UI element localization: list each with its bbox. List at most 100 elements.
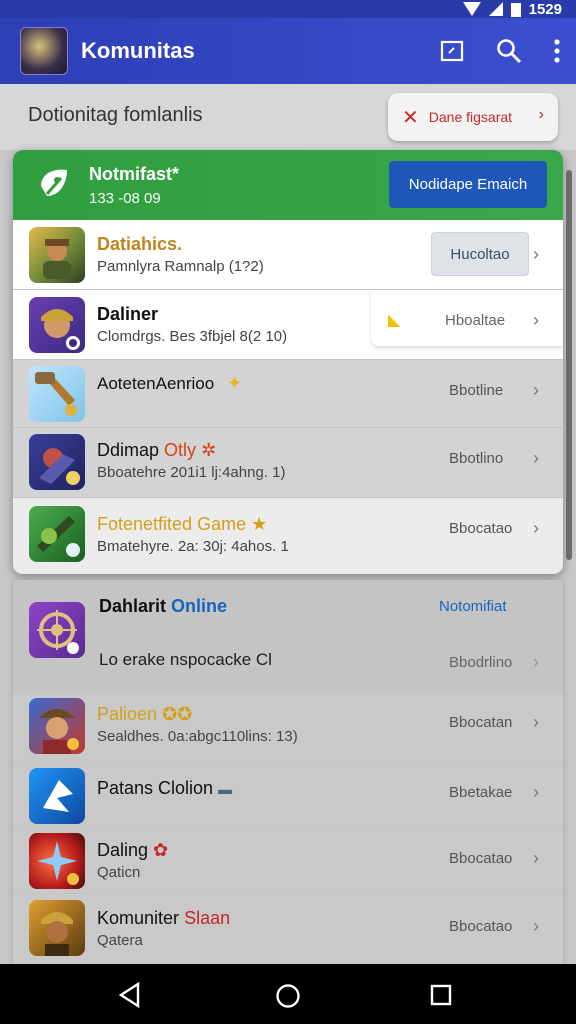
list-item[interactable]: Komuniter Slaan Qatera Bbocatao › — [13, 894, 563, 964]
chevron-right-icon: › — [533, 244, 539, 264]
more-vert-icon[interactable] — [554, 39, 560, 63]
chevron-right-icon: › — [533, 448, 539, 468]
game-icon — [29, 434, 85, 490]
chevron-right-icon: › — [533, 518, 539, 538]
game-icon — [29, 698, 85, 754]
chevron-right-icon: › — [533, 848, 539, 868]
recents-icon[interactable] — [430, 984, 452, 1006]
lower-list: Dahlarit Online Notomifiat Lo erake nspo… — [13, 580, 563, 964]
battery-icon — [510, 2, 521, 17]
cast-icon[interactable] — [440, 40, 464, 62]
signal-icon — [488, 2, 503, 16]
notification-button[interactable]: Nodidape Emaich — [389, 161, 547, 208]
search-icon[interactable] — [496, 38, 522, 64]
game-title: Ddimap Otly ✲ — [97, 440, 216, 461]
game-icon — [29, 833, 85, 889]
game-icon — [29, 602, 85, 658]
featured-title-accent: Online — [171, 596, 228, 616]
status-time: 1529 — [528, 0, 562, 18]
featured-action[interactable]: Notomifiat — [439, 598, 507, 615]
game-title: Komuniter Slaan — [97, 908, 230, 929]
back-icon[interactable] — [118, 982, 142, 1008]
list-item[interactable]: AotetenAenrioo ✦ Bbotline › — [13, 360, 563, 428]
game-icon — [29, 366, 85, 422]
game-title: Datiahics. — [97, 234, 183, 254]
game-subtitle: Sealdhes. 0a:abgc110lins: 13) — [97, 728, 298, 745]
game-subtitle: Bmatehyre. 2a: 30j: 4ahos. 1 — [97, 538, 289, 555]
notification-title: Notmifast* — [89, 164, 180, 184]
featured-secondary-action[interactable]: Bbodrlino — [449, 654, 512, 671]
game-action-button[interactable]: Bbocatao — [449, 918, 512, 935]
game-title-text: Patans Clolion — [97, 778, 214, 798]
game-action-button[interactable]: Bbocatan — [449, 714, 512, 731]
scrollbar[interactable] — [566, 170, 572, 560]
featured-subtitle: Lo erake nspocacke Cl — [99, 650, 272, 669]
game-title-text: Komuniter — [97, 908, 180, 928]
badge-icon: ✦ — [227, 373, 243, 393]
leaf-icon — [41, 169, 67, 196]
list-item[interactable]: Patans Clolion ▬ Bbetakae › — [13, 764, 563, 828]
game-subtitle: Pamnlyra Ramnalp (1?2) — [97, 258, 264, 275]
star-icon: ✲ — [201, 440, 217, 460]
list-item[interactable]: Datiahics. Pamnlyra Ramnalp (1?2) Hucolt… — [13, 220, 563, 290]
close-icon[interactable]: ✕ — [402, 105, 419, 130]
game-title: Daling ✿ — [97, 840, 168, 861]
home-icon[interactable] — [275, 983, 301, 1009]
list-item[interactable]: Daliner Clomdrgs. Bes 3fbjel 8(2 10) ◣ H… — [13, 290, 563, 360]
game-action-button[interactable]: Bbotlino — [449, 450, 503, 467]
chevron-right-icon: › — [533, 916, 539, 936]
game-action-button[interactable]: Bbotline — [449, 382, 503, 399]
notification-subtitle: 133 -08 09 — [89, 190, 161, 207]
media-icon: ▬ — [218, 781, 233, 797]
filter-chip[interactable]: ✕ Dane figsarat › — [388, 93, 558, 141]
games-card: Notmifast* 133 -08 09 Nodidape Emaich Da… — [13, 150, 563, 574]
game-action-button[interactable]: Bbetakae — [449, 784, 512, 801]
game-icon — [29, 227, 85, 283]
list-item[interactable]: Ddimap Otly ✲ Bboatehre 201i1 lj:4ahng. … — [13, 428, 563, 498]
status-bar: 1529 — [0, 0, 576, 18]
section-title: Dotionitag fomlanlis — [28, 104, 203, 126]
game-title: AotetenAenrioo — [97, 374, 215, 393]
flower-icon: ✿ — [153, 840, 169, 860]
game-title: Daliner — [97, 304, 159, 324]
game-title-text: Daling — [97, 840, 149, 860]
featured-title: Dahlarit Online — [99, 596, 227, 617]
game-title-accent: Otly — [164, 440, 197, 460]
game-subtitle: Qatera — [97, 932, 143, 949]
list-item[interactable]: Daling ✿ Qaticn Bbocatao › — [13, 828, 563, 894]
chevron-right-icon: › — [533, 712, 539, 732]
game-action-button[interactable]: Hboaltae — [445, 312, 505, 329]
chevron-right-icon: › — [533, 380, 539, 400]
game-title-accent: Slaan — [184, 908, 231, 928]
featured-item[interactable]: Dahlarit Online Notomifiat Lo erake nspo… — [13, 580, 563, 692]
list-item[interactable]: Fotenetfited Game ★ Bmatehyre. 2a: 30j: … — [13, 498, 563, 574]
game-title: Palioen ✪✪ — [97, 704, 192, 725]
wifi-icon — [462, 2, 481, 16]
game-action-button[interactable]: Hucoltao — [431, 232, 529, 276]
game-subtitle: Bboatehre 201i1 lj:4ahng. 1) — [97, 464, 286, 481]
game-title-text: Palioen — [97, 704, 158, 724]
game-icon — [29, 768, 85, 824]
game-subtitle: Clomdrgs. Bes 3fbjel 8(2 10) — [97, 328, 288, 345]
chevron-right-icon: › — [538, 106, 544, 123]
game-title: Patans Clolion ▬ — [97, 778, 232, 799]
bell-icon: ◣ — [388, 312, 401, 329]
game-icon — [29, 297, 85, 353]
app-bar: Komunitas — [0, 18, 576, 84]
star-icon: ✪✪ — [162, 704, 193, 724]
game-icon — [29, 506, 85, 562]
featured-title-text: Dahlarit — [99, 596, 167, 616]
navigation-bar — [0, 964, 576, 1024]
game-icon — [29, 900, 85, 956]
chevron-right-icon: › — [533, 652, 539, 672]
app-logo — [20, 27, 68, 75]
notification-banner: Notmifast* 133 -08 09 Nodidape Emaich — [13, 150, 563, 220]
game-action-button[interactable]: Bbocatao — [449, 520, 512, 537]
game-subtitle: Qaticn — [97, 864, 141, 881]
game-title-text: Ddimap — [97, 440, 160, 460]
list-item[interactable]: Palioen ✪✪ Sealdhes. 0a:abgc110lins: 13)… — [13, 692, 563, 764]
chevron-right-icon: › — [533, 782, 539, 802]
filter-chip-label: Dane figsarat — [428, 109, 513, 125]
game-title: Fotenetfited Game ★ — [97, 514, 267, 535]
game-action-button[interactable]: Bbocatao — [449, 850, 512, 867]
